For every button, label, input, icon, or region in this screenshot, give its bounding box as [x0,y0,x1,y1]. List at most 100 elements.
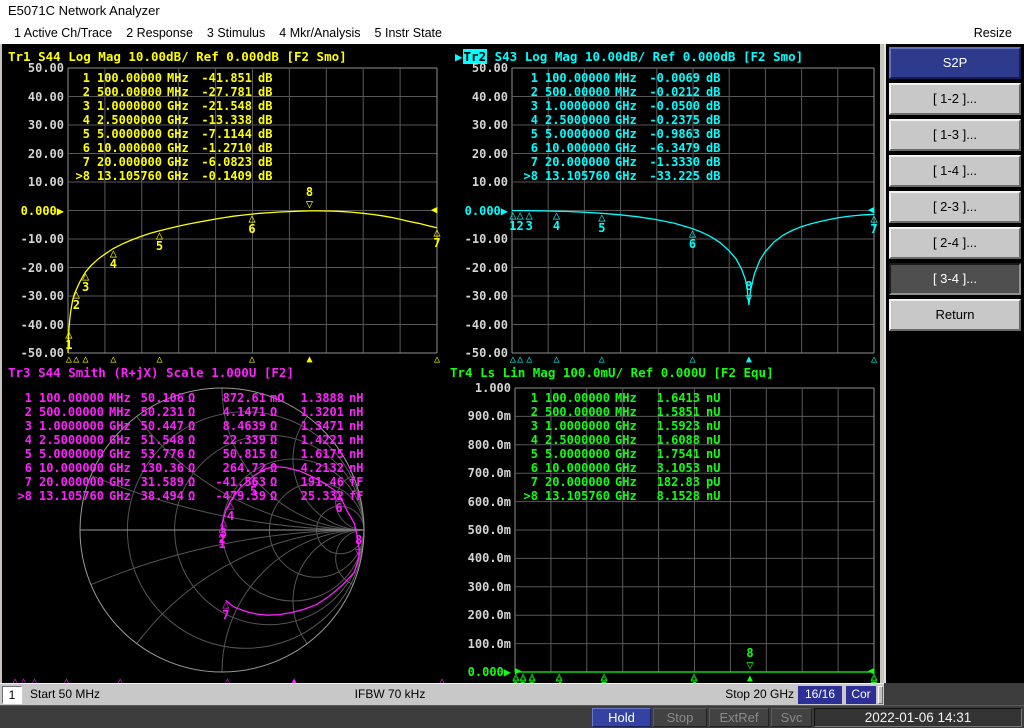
marker-cell: 1.5923 [644,419,700,433]
softkey-2-4[interactable]: [ 2-4 ]... [889,227,1021,259]
y-axis-label: 20.00 [2,147,64,161]
marker-cell: dB [700,99,720,113]
stop-frequency: Stop 20 GHz [700,687,794,701]
marker-cell: >8 [516,169,538,183]
tr4-title[interactable]: Tr4 Ls Lin Mag 100.0mU/ Ref 0.000U [F2 E… [450,365,774,380]
marker-cell: dB [700,169,720,183]
marker-cell: 2.5000000 [32,433,104,447]
tr3-title[interactable]: Tr3 S44 Smith (R+jX) Scale 1.000U [F2] [8,365,294,380]
marker-cell: MHz [610,391,644,405]
marker-cell: GHz [104,447,138,461]
marker-cell: dB [252,169,272,183]
marker-cell: Ω [184,489,210,503]
marker-cell: 1.5851 [644,405,700,419]
marker-cell: 5 [68,127,90,141]
screen-frame-left [0,44,2,683]
marker-cell: 1.3888 [294,391,344,405]
y-axis-label: -40.00 [446,318,508,332]
menu-item[interactable]: 3 Stimulus [207,22,265,44]
marker-cell: 38.494 [138,489,184,503]
menu-item[interactable]: 5 Instr State [375,22,442,44]
marker-cell: MHz [162,71,196,85]
marker-cell: nU [700,405,720,419]
marker-cell: 8.1528 [644,489,700,503]
marker-cell: GHz [610,433,644,447]
marker-8-label: 8 [744,647,756,659]
softkey-2-3[interactable]: [ 2-3 ]... [889,191,1021,223]
marker-cell: 2.5000000 [90,113,162,127]
start-frequency: Start 50 MHz [30,687,100,701]
marker-table-row: 610.000000GHz3.1053nU [516,461,720,475]
marker-1-label: 1 [63,339,75,351]
menu-item[interactable]: 1 Active Ch/Trace [14,22,112,44]
marker-cell: nH [344,405,363,419]
marker-cell: 1.0000000 [538,99,610,113]
marker-cell: 130.36 [138,461,184,475]
marker-5-label: 5 [596,222,608,234]
marker-cell: dB [252,127,272,141]
marker-cell: dB [252,113,272,127]
marker-cell: 3 [516,99,538,113]
marker-cell: 5 [516,447,538,461]
marker-cell: -13.338 [196,113,252,127]
marker-table-row: 55.0000000GHz-7.1144dB [68,127,272,141]
y-axis-label: 700.0m [449,466,511,480]
marker-cell: MHz [104,405,138,419]
softkey-1-4[interactable]: [ 1-4 ]... [889,155,1021,187]
marker-cell: GHz [104,461,138,475]
marker-cell: Ω [184,475,210,489]
menu-item[interactable]: 4 Mkr/Analysis [279,22,360,44]
marker-8-triangle-icon[interactable]: ▽ [743,292,755,304]
marker-cell: 7 [10,475,32,489]
marker-cell: 51.548 [138,433,184,447]
softkey-return[interactable]: Return [889,299,1021,331]
resize-button[interactable]: Resize [974,22,1012,44]
marker-cell: 22.339 [210,433,266,447]
marker-cell: nU [700,461,720,475]
marker-cell: Ω [266,419,294,433]
softkey-1-3[interactable]: [ 1-3 ]... [889,119,1021,151]
marker-4-label: 4 [225,510,237,522]
softkey-3-4[interactable]: [ 3-4 ]... [889,263,1021,295]
menu-item[interactable]: 2 Response [126,22,193,44]
marker-cell: -0.2375 [644,113,700,127]
marker-cell: nH [344,419,363,433]
marker-table-row: 55.0000000GHz-0.9863dB [516,127,720,141]
tr4-marker-table: 1100.00000MHz1.6413nU2500.00000MHz1.5851… [516,391,720,503]
marker-cell: 20.000000 [90,155,162,169]
marker-table-row: 1100.00000MHz1.6413nU [516,391,720,405]
marker-table-row: 31.0000000GHz-21.548dB [68,99,272,113]
stimulus-marker-7-icon: △ [431,354,443,366]
marker-cell: 50.106 [138,391,184,405]
marker-cell: 25.332 [294,489,344,503]
marker-cell: -21.548 [196,99,252,113]
marker-cell: 1.6088 [644,433,700,447]
marker-table-row: 610.000000GHz-1.2710dB [68,141,272,155]
marker-table-row: >813.105760GHz38.494Ω-479.39Ω25.332fF [10,489,363,503]
marker-cell: 2 [516,85,538,99]
y-axis-label: 40.00 [446,90,508,104]
marker-cell: dB [700,155,720,169]
marker-8-triangle-icon[interactable]: ▽ [744,659,756,671]
marker-table-row: 720.000000GHz182.83pU [516,475,720,489]
marker-cell: GHz [104,419,138,433]
marker-cell: nH [344,391,363,405]
marker-8-triangle-icon[interactable]: ▽ [303,198,315,210]
marker-cell: dB [252,71,272,85]
marker-cell: 500.00000 [538,405,610,419]
y-axis-label: 800.0m [449,438,511,452]
y-axis-label: -40.00 [2,318,64,332]
marker-cell: 50.231 [138,405,184,419]
marker-cell: GHz [104,475,138,489]
softkey-1-2[interactable]: [ 1-2 ]... [889,83,1021,115]
marker-cell: 4 [10,433,32,447]
stimulus-marker-8-icon: ▲ [303,354,315,366]
marker-cell: dB [700,85,720,99]
marker-table-row: 2500.00000MHz1.5851nU [516,405,720,419]
y-axis-label: -10.00 [2,232,64,246]
y-axis-label: 200.0m [449,608,511,622]
tr3-name: Tr3 [8,365,31,380]
y-axis-label: -10.00 [446,232,508,246]
marker-cell: Ω [266,461,294,475]
marker-8-triangle-icon[interactable]: ▽ [353,546,365,558]
